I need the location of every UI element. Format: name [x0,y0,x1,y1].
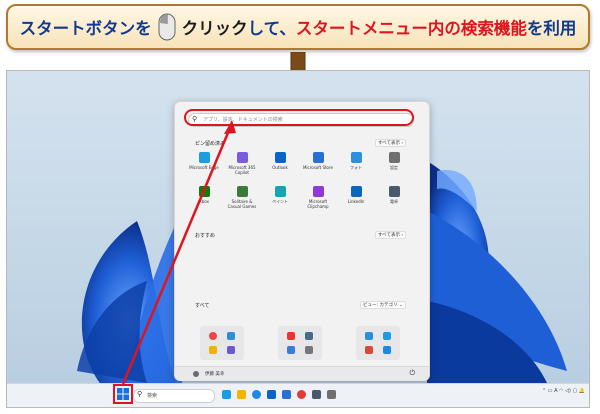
pinned-app[interactable]: Microsoft Edge [187,152,221,170]
start-menu: ⚲ アプリ、設定、ドキュメントの検索 ピン留め済み すべて表示 › Micros… [174,101,430,381]
pinned-app[interactable]: フォト [339,152,373,170]
pinned-app[interactable]: Outlook [263,152,297,170]
system-tray[interactable]: ⌃ ▭ A ◠ ◁) ▢ 🔔 [542,388,585,394]
pinned-app-label: Outlook [272,165,288,170]
outlook-icon[interactable] [267,390,276,399]
xbox-icon [198,186,210,197]
edge-icon [198,152,210,163]
file-explorer-icon[interactable] [237,390,246,399]
app-icon [209,346,217,354]
search-highlight-ring [184,109,414,126]
pinned-app[interactable]: ペイント [263,186,297,204]
banner-text-start-button: スタートボタンを [19,19,152,38]
pinned-app-label: フォト [350,165,362,170]
pinned-app-label: LinkedIn [347,199,365,204]
settings-icon[interactable] [327,390,336,399]
category-tile-2[interactable] [278,326,322,360]
pinned-app-label: Microsoft Edge [189,165,219,170]
pinned-app[interactable]: LinkedIn [339,186,373,204]
recommended-title: おすすめ [195,233,216,239]
app-icon [287,332,295,340]
all-apps-categories [188,324,414,366]
app-icon [305,346,313,354]
taskbar-search-box[interactable]: ⚲ 検索 [133,389,215,403]
edge-icon[interactable] [252,390,261,399]
pinned-app-label: 設定 [390,165,398,170]
desktop-screenshot: ⚲ アプリ、設定、ドキュメントの検索 ピン留め済み すべて表示 › Micros… [6,70,590,408]
pinned-app[interactable]: Solitaire & Casual Games [225,186,259,209]
view-category-button[interactable]: ビュー: カテゴリ ⌄ [360,301,406,309]
search-icon: ⚲ [137,390,143,398]
app-icon [383,346,391,354]
pinned-app-label: 電卓 [390,199,398,204]
banner-text-use: を利用 [526,19,577,38]
power-icon[interactable]: ⏻ [409,369,415,378]
all-apps-title: すべて [195,303,210,309]
store-icon [312,152,324,163]
taskbar-app-icon[interactable] [222,390,231,399]
user-name[interactable]: 伊藤 美幸 [205,371,224,377]
category-tile-3[interactable] [356,326,400,360]
app-icon [383,332,391,340]
app-icon [287,346,295,354]
store-icon[interactable] [282,390,291,399]
photos-icon [350,152,362,163]
app-icon [227,346,235,354]
pinned-app[interactable]: Microsoft 365 Copilot [225,152,259,175]
pinned-title: ピン留め済み [195,141,226,147]
ime-indicator[interactable]: A [554,388,557,394]
settings-icon [388,152,400,163]
banner-text-search-feature: スタートメニュー内の検索機能 [295,19,527,38]
pinned-all-button[interactable]: すべて表示 › [375,139,407,147]
app-icon [365,346,373,354]
copilot-icon [236,152,248,163]
app-icon [227,332,235,340]
pinned-app[interactable]: Microsoft Clipchamp [301,186,335,209]
pinned-app[interactable]: Xbox [187,186,221,204]
start-menu-footer: 伊藤 美幸 ⏻ [175,366,429,381]
pinned-app-label: Microsoft Store [302,165,334,170]
pinned-app[interactable]: 設定 [377,152,411,170]
banner-text-then: して、 [247,19,296,38]
calculator-icon [305,332,313,340]
banner-text-click: クリック [181,19,248,38]
linkedin-icon [350,186,362,197]
chrome-icon[interactable] [297,390,306,399]
paint-icon [274,186,286,197]
taskbar: ⚲ 検索 ⌃ ▭ A ◠ ◁) ▢ 🔔 [7,383,589,407]
instruction-banner: スタートボタンを クリック して、 スタートメニュー内の検索機能 を利用 [6,4,590,50]
pinned-app-label: ペイント [272,199,288,204]
app-icon [365,332,373,340]
user-avatar-icon[interactable] [193,371,199,377]
pinned-app-label: Microsoft 365 Copilot [228,165,256,175]
category-tile-1[interactable] [200,326,244,360]
pinned-app[interactable]: Microsoft Store [301,152,335,170]
pinned-app[interactable]: 電卓 [377,186,411,204]
recommended-all-button[interactable]: すべて表示 › [375,231,407,239]
outlook-icon [274,152,286,163]
pinned-app-label: Solitaire & Casual Games [227,199,257,209]
chrome-icon [209,332,217,340]
calculator-icon[interactable] [312,390,321,399]
mouse-icon [158,13,176,41]
clipchamp-icon [312,186,324,197]
calculator-icon [388,186,400,197]
solitaire-icon [236,186,248,197]
pinned-app-label: Microsoft Clipchamp [307,199,329,209]
start-button-highlight-ring [113,384,133,404]
pinned-app-label: Xbox [199,199,209,204]
taskbar-search-label: 検索 [147,393,158,399]
